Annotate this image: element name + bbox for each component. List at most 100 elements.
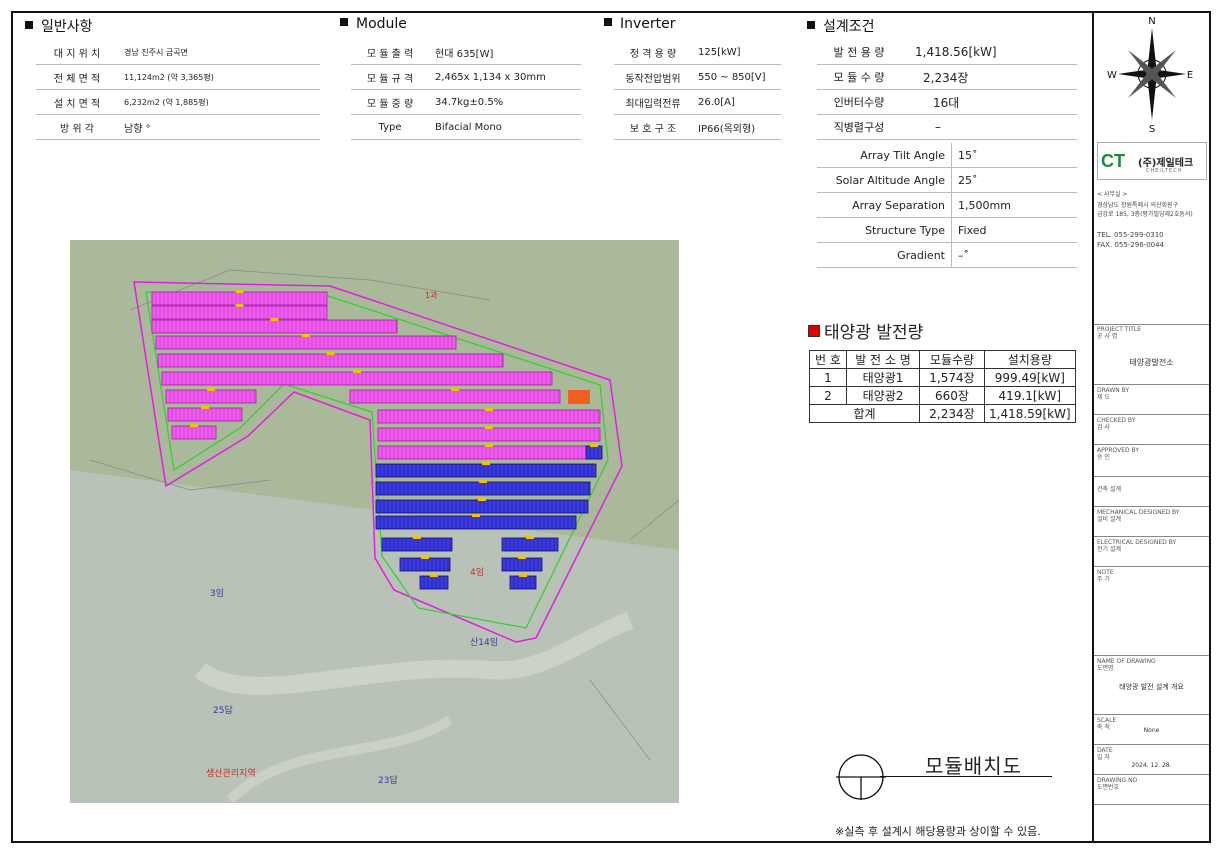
tb-label: DRAWING NO 도면번호 bbox=[1097, 777, 1138, 791]
table-row: 보 호 구 조 IP66(옥외형) bbox=[614, 114, 781, 140]
drawing-name: 태양광 발전 설계 개요 bbox=[1119, 683, 1184, 691]
junction-box bbox=[526, 536, 534, 539]
title-block-row bbox=[1094, 476, 1209, 477]
title-block-divider bbox=[1092, 11, 1094, 843]
junction-box bbox=[235, 290, 244, 293]
design-table: 발 전 용 량 1,418.56[kW] 모 듈 수 량 2,234장 인버터수량 1… bbox=[817, 40, 1077, 140]
title-block-row bbox=[1094, 536, 1209, 537]
company-logo: CT (주)제일테크 CHEILTECH bbox=[1097, 142, 1207, 180]
project-name: 태양광발전소 bbox=[1129, 358, 1174, 367]
logo-mark: CT bbox=[1101, 151, 1125, 171]
site-map-graphic: 1과 3임 4임 산14임 25답 23답 생산관리지역 bbox=[70, 240, 679, 803]
table-row: Array Tilt Angle 15˚ bbox=[817, 143, 1077, 168]
office-label: < 사무실 > bbox=[1097, 191, 1128, 198]
junction-box bbox=[518, 556, 526, 559]
junction-box bbox=[413, 536, 421, 539]
footnote: ※실측 후 설계시 해당용량과 상이할 수 있음. bbox=[835, 825, 1041, 838]
tb-label: 건축 설계 bbox=[1097, 486, 1121, 493]
svg-text:N: N bbox=[1148, 16, 1155, 27]
general-table: 대 지 위 치 경남 진주시 금곡면 전 체 면 적 11,124m2 (약 3,3… bbox=[36, 40, 320, 140]
office-fax: FAX. 055-296-0044 bbox=[1097, 241, 1165, 249]
table-row: 2 태양광2 660장 419.1[kW] bbox=[809, 386, 1076, 405]
module-table: 모 듈 출 력 현대 635[W] 모 듈 규 격 2,465x 1,134 x 3… bbox=[351, 40, 581, 140]
table-row: 최대입력전류 26.0[A] bbox=[614, 89, 781, 115]
map-label: 3임 bbox=[210, 587, 224, 599]
generation-title: 태양광 발전량 bbox=[808, 318, 923, 343]
map-label: 25답 bbox=[213, 704, 233, 716]
logo-text: (주)제일테크 bbox=[1138, 154, 1194, 169]
title-block-row bbox=[1094, 774, 1209, 775]
title-block-row bbox=[1094, 714, 1209, 715]
inverter-section-title: Inverter bbox=[604, 16, 676, 32]
junction-box bbox=[485, 444, 493, 447]
module-row bbox=[171, 425, 217, 440]
junction-box bbox=[451, 388, 459, 391]
junction-box bbox=[485, 408, 493, 411]
tb-label: DATE 일 자 bbox=[1097, 747, 1113, 761]
inverter-table: 정 격 용 량 125[kW] 동작전압범위 550 ~ 850[V] 최대입력전류… bbox=[614, 40, 781, 140]
table-row: 정 격 용 량 125[kW] bbox=[614, 40, 781, 65]
junction-box bbox=[270, 318, 279, 321]
map-label: 4임 bbox=[470, 566, 484, 578]
module-row bbox=[165, 389, 257, 404]
table-row: 1 태양광1 1,574장 999.49[kW] bbox=[809, 368, 1076, 387]
table-row: 설 치 면 적 6,232m2 (약 1,885평) bbox=[36, 89, 320, 115]
module-row bbox=[349, 389, 561, 404]
junction-box bbox=[190, 424, 198, 427]
table-row: 모 듈 수 량 2,234장 bbox=[817, 64, 1077, 90]
scale-value: None bbox=[1143, 727, 1160, 734]
date-value: 2024. 12. 28. bbox=[1131, 762, 1172, 769]
junction-box bbox=[482, 462, 490, 465]
design-angle-table: Array Tilt Angle 15˚ Solar Altitude Angle… bbox=[817, 143, 1077, 268]
junction-box bbox=[207, 388, 215, 391]
tb-label: MECHANICAL DESIGNED BY 설비 설계 bbox=[1097, 509, 1180, 523]
junction-box bbox=[201, 406, 209, 409]
title-block-row bbox=[1094, 444, 1209, 445]
table-row: 인버터수량 16대 bbox=[817, 89, 1077, 115]
section-symbol-icon bbox=[836, 754, 886, 800]
table-row: 직병렬구성 – bbox=[817, 114, 1077, 140]
tb-label: PROJECT TITLE 공 사 명 bbox=[1097, 326, 1142, 340]
module-section-title: Module bbox=[340, 16, 407, 32]
generation-table: 번 호 발 전 소 명 모듈수량 설치용량 1 태양광1 1,574장 999.… bbox=[809, 350, 1076, 423]
module-row bbox=[381, 537, 453, 552]
tb-label: APPROVED BY 승 인 bbox=[1097, 447, 1140, 461]
table-row: Solar Altitude Angle 25˚ bbox=[817, 167, 1077, 193]
table-row: Structure Type Fixed bbox=[817, 217, 1077, 243]
office-address: 금강로 185, 3층(평가빌딩제2호동서) bbox=[1097, 211, 1193, 218]
tb-label: CHECKED BY 검 사 bbox=[1097, 417, 1136, 431]
junction-box bbox=[519, 574, 527, 577]
module-row bbox=[375, 463, 597, 478]
svg-text:S: S bbox=[1149, 124, 1155, 134]
module-row bbox=[399, 557, 451, 572]
table-row: 모 듈 중 량 34.7kg±0.5% bbox=[351, 89, 581, 115]
junction-box bbox=[326, 352, 335, 355]
junction-box bbox=[485, 426, 493, 429]
table-row: Type Bifacial Mono bbox=[351, 114, 581, 140]
office-address: 경상남도 창원특례시 의산회원구 bbox=[1097, 202, 1179, 209]
map-label: 1과 bbox=[425, 291, 438, 300]
table-row: 전 체 면 적 11,124m2 (약 3,365평) bbox=[36, 64, 320, 90]
table-row: Array Separation 1,500mm bbox=[817, 192, 1077, 218]
map-label: 생산관리지역 bbox=[206, 768, 256, 779]
title-block-row bbox=[1094, 655, 1209, 656]
junction-box bbox=[472, 514, 480, 517]
drawing-title-underline bbox=[880, 776, 1052, 777]
module-row bbox=[151, 319, 398, 334]
module-row bbox=[161, 371, 553, 386]
tb-label: ELECTRICAL DESIGNED BY 전기 설계 bbox=[1097, 539, 1177, 553]
inverter-house bbox=[568, 390, 590, 404]
table-row: 대 지 위 치 경남 진주시 금곡면 bbox=[36, 40, 320, 65]
map-label: 23답 bbox=[378, 774, 398, 786]
general-section-title: 일반사항 bbox=[25, 16, 93, 36]
module-row bbox=[151, 305, 328, 320]
module-row bbox=[151, 291, 328, 306]
tb-label: NAME OF DRAWING 도면명 bbox=[1097, 658, 1156, 672]
title-block-row bbox=[1094, 506, 1209, 507]
svg-text:E: E bbox=[1187, 70, 1193, 81]
table-row: 모 듈 규 격 2,465x 1,134 x 30mm bbox=[351, 64, 581, 90]
drawing-title: 모듈배치도 bbox=[925, 754, 1022, 778]
module-row bbox=[377, 427, 601, 442]
table-row: 발 전 용 량 1,418.56[kW] bbox=[817, 40, 1077, 65]
junction-box bbox=[421, 556, 429, 559]
